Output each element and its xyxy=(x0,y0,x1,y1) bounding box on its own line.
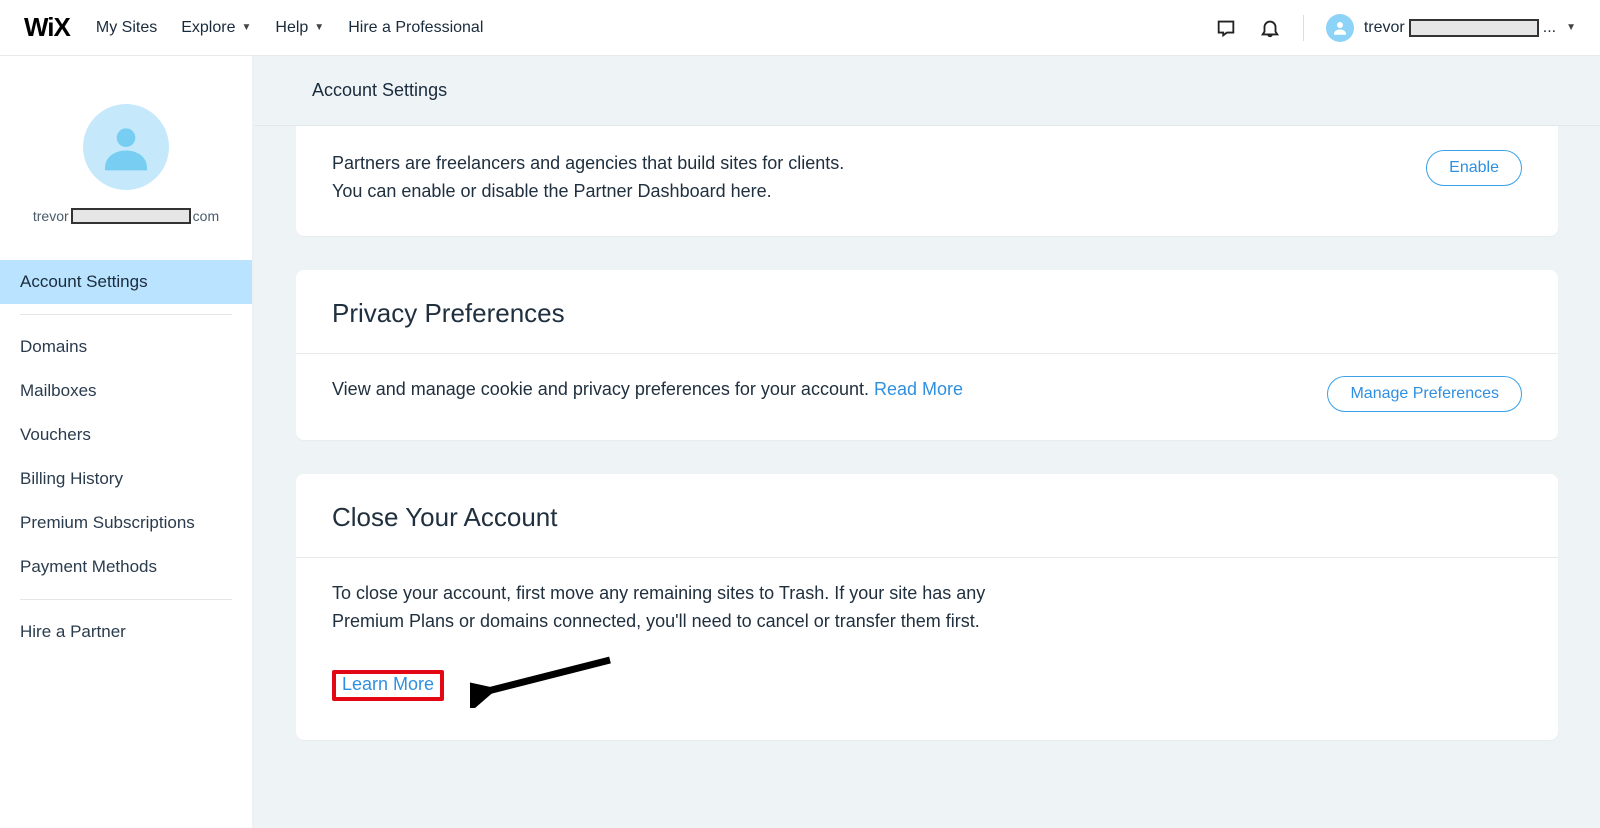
sidebar-item-billing-history[interactable]: Billing History xyxy=(0,457,252,501)
bell-icon[interactable] xyxy=(1259,17,1281,39)
sidebar-item-mailboxes[interactable]: Mailboxes xyxy=(0,369,252,413)
redacted-box xyxy=(1409,19,1539,37)
close-account-text: To close your account, first move any re… xyxy=(332,580,992,636)
user-name-suffix: ... xyxy=(1543,19,1556,37)
close-account-title: Close Your Account xyxy=(296,474,1558,558)
profile-email: trevor com xyxy=(0,208,252,224)
partners-line2: You can enable or disable the Partner Da… xyxy=(332,181,772,201)
nav-explore[interactable]: Explore ▼ xyxy=(181,19,251,37)
avatar-icon xyxy=(1326,14,1354,42)
privacy-text: View and manage cookie and privacy prefe… xyxy=(332,379,874,399)
enable-partners-button[interactable]: Enable xyxy=(1426,150,1522,186)
nav-hire-professional[interactable]: Hire a Professional xyxy=(348,19,483,37)
sidebar-item-account-settings[interactable]: Account Settings xyxy=(0,260,252,304)
chevron-down-icon: ▼ xyxy=(314,22,324,33)
close-account-learn-more-link[interactable]: Learn More xyxy=(342,674,434,694)
nav-my-sites[interactable]: My Sites xyxy=(96,19,157,37)
manage-preferences-button[interactable]: Manage Preferences xyxy=(1327,376,1522,412)
inbox-icon[interactable] xyxy=(1215,17,1237,39)
redacted-box xyxy=(71,208,191,224)
side-menu: Account Settings Domains Mailboxes Vouch… xyxy=(0,260,252,654)
email-prefix: trevor xyxy=(33,208,69,224)
top-right: trevor ... ▼ xyxy=(1215,14,1576,42)
email-suffix: com xyxy=(193,208,219,224)
nav-explore-label: Explore xyxy=(181,19,235,37)
separator xyxy=(1303,15,1304,41)
sidebar-item-hire-partner[interactable]: Hire a Partner xyxy=(0,610,252,654)
user-menu[interactable]: trevor ... ▼ xyxy=(1326,14,1576,42)
sidebar-item-vouchers[interactable]: Vouchers xyxy=(0,413,252,457)
profile-block: trevor com xyxy=(0,104,252,224)
sidebar-item-domains[interactable]: Domains xyxy=(0,325,252,369)
nav-help-label: Help xyxy=(275,19,308,37)
sidebar: trevor com Account Settings Domains Mail… xyxy=(0,56,254,828)
sidebar-item-premium-subscriptions[interactable]: Premium Subscriptions xyxy=(0,501,252,545)
annotation-highlight: Learn More xyxy=(332,670,444,701)
content: Account Settings Partners are freelancer… xyxy=(254,56,1600,828)
nav-help[interactable]: Help ▼ xyxy=(275,19,324,37)
privacy-read-more-link[interactable]: Read More xyxy=(874,379,963,399)
top-nav: WiX My Sites Explore ▼ Help ▼ Hire a Pro… xyxy=(0,0,1600,56)
annotation-arrow-icon xyxy=(470,656,620,708)
user-name-prefix: trevor xyxy=(1364,19,1405,37)
chevron-down-icon: ▼ xyxy=(1566,22,1576,33)
sidebar-item-payment-methods[interactable]: Payment Methods xyxy=(0,545,252,589)
card-partners: Partners are freelancers and agencies th… xyxy=(296,126,1558,236)
separator xyxy=(20,599,232,600)
avatar-large-icon xyxy=(83,104,169,190)
page-title: Account Settings xyxy=(254,56,1600,126)
partners-text: Partners are freelancers and agencies th… xyxy=(332,150,1032,206)
card-privacy: Privacy Preferences View and manage cook… xyxy=(296,270,1558,440)
user-name: trevor ... xyxy=(1364,19,1556,37)
card-close-account: Close Your Account To close your account… xyxy=(296,474,1558,740)
nav-items: My Sites Explore ▼ Help ▼ Hire a Profess… xyxy=(96,19,483,37)
separator xyxy=(20,314,232,315)
partners-line1: Partners are freelancers and agencies th… xyxy=(332,153,844,173)
wix-logo[interactable]: WiX xyxy=(24,12,70,43)
privacy-title: Privacy Preferences xyxy=(296,270,1558,354)
privacy-text-wrap: View and manage cookie and privacy prefe… xyxy=(332,376,1032,404)
chevron-down-icon: ▼ xyxy=(241,22,251,33)
